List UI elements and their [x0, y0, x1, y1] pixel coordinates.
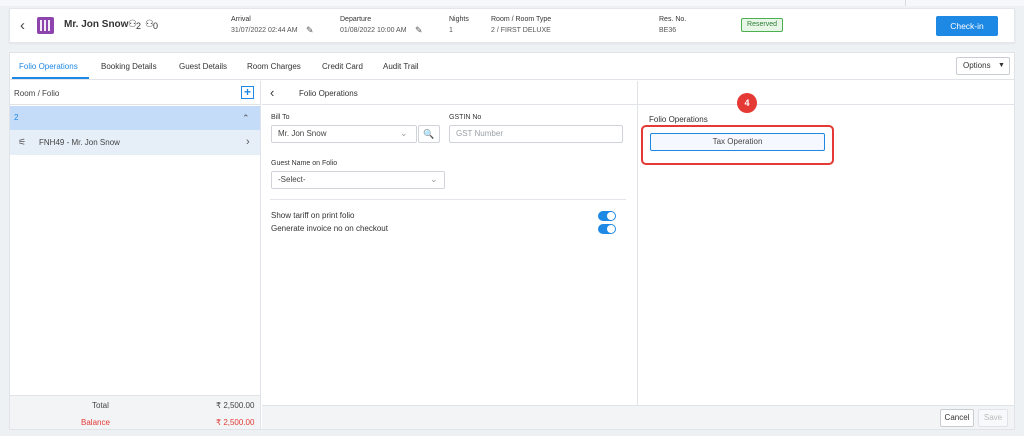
search-icon[interactable]: 🔍 — [418, 125, 440, 143]
edit-arrival-icon[interactable]: ✎ — [306, 25, 314, 36]
bill-to-select[interactable]: Mr. Jon Snow — [271, 125, 417, 143]
chevron-down-icon: ⌄ — [400, 128, 408, 138]
tax-operation-button[interactable]: Tax Operation — [650, 133, 825, 151]
arrival-label: Arrival — [231, 16, 251, 23]
generate-invoice-toggle[interactable] — [598, 224, 616, 234]
guest-name: Mr. Jon Snow — [64, 19, 129, 30]
caret-down-icon: ▼ — [998, 62, 1005, 69]
gstin-label: GSTIN No — [449, 114, 482, 121]
room-number: 2 — [14, 113, 19, 122]
gstin-placeholder: GST Number — [456, 129, 503, 138]
divider — [905, 0, 906, 6]
tab-bar: Folio Operations Booking Details Guest D… — [10, 53, 1014, 80]
total-value: ₹ 2,500.00 — [216, 401, 255, 410]
folio-operations-header: ‹ Folio Operations — [262, 81, 1014, 105]
folio-row[interactable]: ⚟ FNH49 - Mr. Jon Snow › — [10, 130, 260, 155]
guest-name-select[interactable]: -Select- — [271, 171, 445, 189]
room-folio-list: Room / Folio + 2 ⌃ ⚟ FNH49 - Mr. Jon Sno… — [10, 81, 261, 429]
bill-to-value: Mr. Jon Snow — [278, 129, 327, 138]
departure-value: 01/08/2022 10:00 AM — [340, 27, 407, 34]
active-tab-indicator — [12, 77, 89, 79]
room-folio-header: Room / Folio + — [10, 81, 260, 105]
divider — [270, 199, 626, 200]
gstin-input[interactable]: GST Number — [449, 125, 623, 143]
balance-label: Balance — [81, 418, 110, 427]
chevron-up-icon[interactable]: ⌃ — [242, 113, 250, 124]
guest-name-select-value: -Select- — [278, 175, 306, 184]
options-button[interactable]: Options ▼ — [956, 57, 1010, 75]
cancel-button[interactable]: Cancel — [940, 409, 974, 427]
tab-booking-details[interactable]: Booking Details — [101, 62, 157, 71]
folio-label: FNH49 - Mr. Jon Snow — [39, 138, 120, 147]
top-strip — [0, 0, 1024, 6]
tab-folio-operations[interactable]: Folio Operations — [19, 62, 78, 71]
folio-operations-form: ‹ Folio Operations Bill To Mr. Jon Snow … — [262, 81, 1014, 429]
options-label: Options — [963, 61, 991, 70]
child-count: 0 — [153, 21, 159, 31]
adult-count: 2 — [136, 21, 142, 31]
status-badge: Reserved — [741, 18, 783, 32]
res-no-label: Res. No. — [659, 16, 687, 23]
bill-to-label: Bill To — [271, 114, 290, 121]
nights-label: Nights — [449, 16, 469, 23]
folio-panel: Folio Operations Booking Details Guest D… — [9, 52, 1015, 430]
show-tariff-label: Show tariff on print folio — [271, 211, 355, 220]
room-type-label: Room / Room Type — [491, 16, 552, 23]
chevron-down-icon: ⌄ — [430, 174, 438, 184]
tab-credit-card[interactable]: Credit Card — [322, 62, 363, 71]
reservation-header: ‹ Mr. Jon Snow ⚇ 2 ⚇ 0 Arrival 31/07/202… — [9, 8, 1015, 43]
room-type-value: 2 / FIRST DELUXE — [491, 27, 551, 34]
check-in-button[interactable]: Check-in — [936, 16, 998, 36]
room-icon — [37, 17, 54, 34]
tab-audit-trail[interactable]: Audit Trail — [383, 62, 419, 71]
chevron-right-icon: › — [246, 136, 250, 148]
arrival-value: 31/07/2022 02:44 AM — [231, 27, 298, 34]
folio-totals: Total ₹ 2,500.00 Balance ₹ 2,500.00 — [10, 395, 260, 429]
guest-name-on-folio-label: Guest Name on Folio — [271, 160, 338, 167]
actions-title: Folio Operations — [649, 115, 708, 124]
departure-label: Departure — [340, 16, 372, 23]
tab-room-charges[interactable]: Room Charges — [247, 62, 301, 71]
res-no-value: BE36 — [659, 27, 677, 34]
nights-value: 1 — [449, 27, 453, 34]
back-icon[interactable]: ‹ — [20, 18, 25, 33]
form-footer: Cancel Save — [262, 405, 1014, 429]
show-tariff-toggle[interactable] — [598, 211, 616, 221]
generate-invoice-label: Generate invoice no on checkout — [271, 224, 388, 233]
folio-split-icon: ⚟ — [18, 137, 27, 147]
folio-operations-title: Folio Operations — [299, 89, 358, 98]
total-label: Total — [92, 401, 109, 410]
room-folio-title: Room / Folio — [14, 89, 60, 98]
save-button[interactable]: Save — [978, 409, 1008, 427]
folio-operations-actions: Folio Operations Tax Operation 4 — [639, 93, 1014, 401]
add-folio-icon[interactable]: + — [241, 86, 254, 99]
edit-departure-icon[interactable]: ✎ — [415, 25, 423, 36]
room-row[interactable]: 2 ⌃ — [10, 106, 260, 130]
step-badge: 4 — [737, 93, 757, 113]
tab-guest-details[interactable]: Guest Details — [179, 62, 227, 71]
balance-value: ₹ 2,500.00 — [216, 418, 255, 427]
back-arrow-icon[interactable]: ‹ — [270, 85, 274, 100]
